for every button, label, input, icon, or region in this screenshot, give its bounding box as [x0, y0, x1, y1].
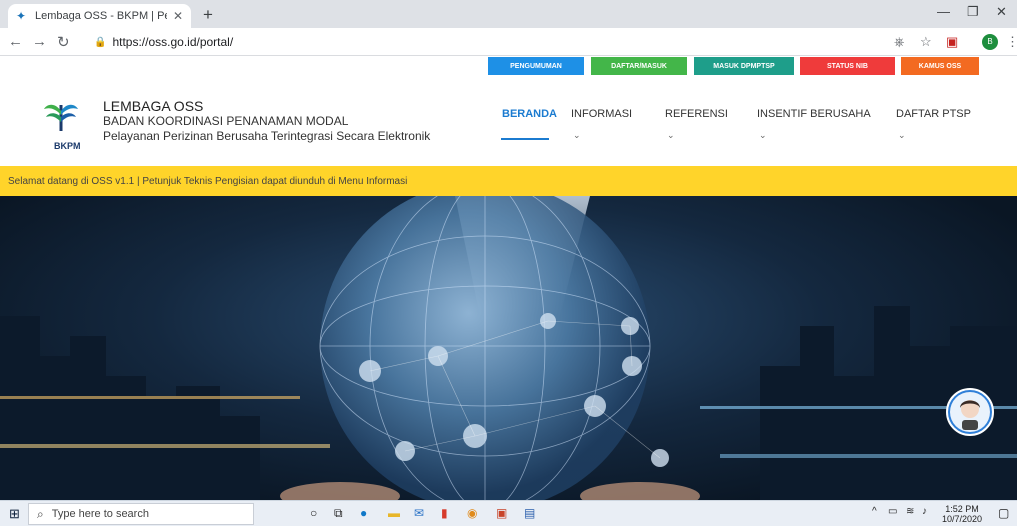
translate-icon[interactable]: ⎈	[894, 34, 904, 50]
cortana-icon[interactable]: ○	[310, 506, 317, 520]
address-bar[interactable]: 🔒 https://oss.go.id/portal/	[84, 31, 884, 53]
mail-icon[interactable]: ✉	[414, 506, 424, 520]
search-icon: ⌕	[37, 506, 44, 521]
nav-insentif-berusaha[interactable]: INSENTIF BERUSAHA	[757, 108, 871, 120]
kamus-oss-button[interactable]: KAMUS OSS	[901, 57, 979, 75]
browser-tab[interactable]: ✦ Lembaga OSS - BKPM | Pelayana ✕	[8, 4, 191, 28]
taskbar-search[interactable]: ⌕ Type here to search	[28, 503, 254, 525]
chat-assistant-button[interactable]	[946, 388, 994, 436]
file-explorer-icon[interactable]: ▬	[388, 506, 400, 520]
daftar-masuk-button[interactable]: DAFTAR/MASUK	[591, 57, 687, 75]
logo-text: BKPM	[54, 141, 81, 151]
pengumuman-button[interactable]: PENGUMUMAN	[488, 57, 584, 75]
assistant-avatar-icon	[950, 392, 990, 432]
close-window-icon[interactable]: ✕	[996, 4, 1007, 20]
hero-banner	[0, 196, 1017, 500]
tray-overflow-icon[interactable]: ^	[872, 506, 877, 517]
reload-icon[interactable]: ↻	[57, 33, 70, 51]
tab-title: Lembaga OSS - BKPM | Pelayana	[35, 10, 167, 22]
nav-referensi[interactable]: REFERENSI	[665, 108, 728, 120]
chevron-down-icon[interactable]: ⌄	[759, 130, 767, 141]
minimize-icon[interactable]: —	[937, 4, 950, 19]
powerpoint-icon[interactable]: ▣	[496, 506, 507, 520]
volume-icon[interactable]: ♪	[922, 506, 927, 517]
windows-start-icon[interactable]: ⊞	[9, 506, 20, 522]
forward-icon[interactable]: →	[32, 33, 47, 50]
wifi-icon[interactable]: ≋	[906, 506, 914, 517]
brand-subtitle: BADAN KOORDINASI PENANAMAN MODAL	[103, 114, 349, 128]
clock-date: 10/7/2020	[942, 514, 983, 524]
store-icon[interactable]: ▮	[441, 506, 448, 520]
site-favicon-icon: ✦	[16, 9, 27, 23]
clock-time: 1:52 PM	[945, 504, 979, 514]
nav-active-underline	[501, 138, 549, 140]
masuk-dpmptsp-button[interactable]: MASUK DPMPTSP	[694, 57, 794, 75]
globe-network-image	[0, 196, 1017, 500]
announcement-marquee: Selamat datang di OSS v1.1 | Petunjuk Te…	[0, 166, 1017, 196]
brand-title: LEMBAGA OSS	[103, 98, 204, 114]
edge-icon[interactable]: ●	[360, 506, 367, 520]
task-view-icon[interactable]: ⧉	[334, 506, 343, 521]
nav-informasi[interactable]: INFORMASI	[571, 108, 632, 120]
notifications-icon[interactable]: ▢	[998, 506, 1009, 520]
marquee-text: Selamat datang di OSS v1.1 | Petunjuk Te…	[8, 175, 408, 187]
menu-icon[interactable]: ⋮	[1006, 34, 1017, 50]
chevron-down-icon[interactable]: ⌄	[898, 130, 906, 141]
network-icon[interactable]: ▭	[888, 506, 897, 517]
brand-tagline: Pelayanan Perizinan Berusaha Terintegras…	[103, 129, 431, 143]
word-icon[interactable]: ▤	[524, 506, 535, 520]
chrome-icon[interactable]: ◉	[467, 506, 477, 520]
taskbar-clock[interactable]: 1:52 PM 10/7/2020	[942, 504, 982, 524]
chevron-down-icon[interactable]: ⌄	[667, 130, 675, 141]
nav-beranda[interactable]: BERANDA	[502, 108, 557, 120]
windows-taskbar: ⊞ ⌕ Type here to search ○ ⧉ ● ▬ ✉ ▮ ◉ ▣ …	[0, 500, 1017, 526]
url-text: https://oss.go.id/portal/	[112, 35, 234, 49]
back-icon[interactable]: ←	[8, 33, 23, 50]
lock-icon: 🔒	[94, 36, 107, 48]
chevron-down-icon[interactable]: ⌄	[573, 130, 581, 141]
status-nib-button[interactable]: STATUS NIB	[800, 57, 895, 75]
browser-toolbar: ← → ↻ 🔒 https://oss.go.id/portal/ ⎈ ☆ ▣ …	[0, 28, 1017, 56]
taskbar-search-placeholder: Type here to search	[51, 508, 149, 520]
bkpm-logo-icon[interactable]	[44, 97, 78, 131]
bookmark-star-icon[interactable]: ☆	[920, 34, 932, 50]
restore-icon[interactable]: ❐	[967, 4, 979, 20]
nav-daftar-ptsp[interactable]: DAFTAR PTSP	[896, 108, 971, 120]
extension-icon[interactable]: ▣	[946, 34, 958, 50]
new-tab-icon[interactable]: +	[203, 5, 213, 25]
profile-avatar[interactable]: B	[982, 34, 998, 50]
browser-tabstrip: ✦ Lembaga OSS - BKPM | Pelayana ✕ + — ❐ …	[0, 0, 1017, 28]
close-tab-icon[interactable]: ✕	[173, 9, 183, 23]
